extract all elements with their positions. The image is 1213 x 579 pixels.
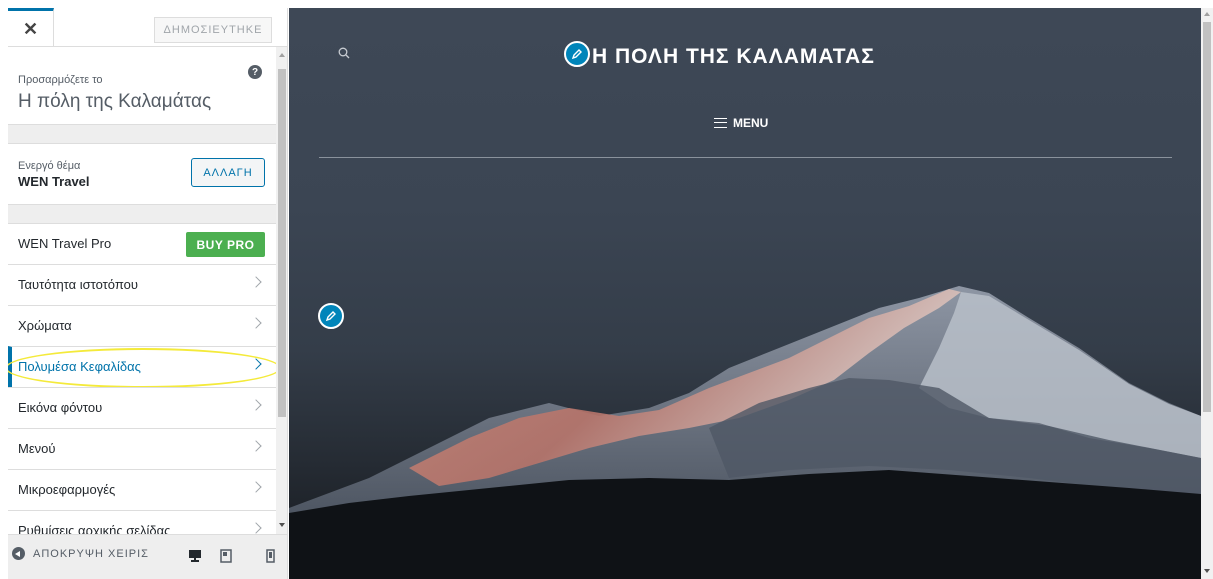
scroll-down-arrow-icon[interactable] <box>279 523 285 527</box>
section-colors[interactable]: Χρώματα <box>8 305 276 346</box>
collapse-sidebar-button[interactable]: ΑΠΟΚΡΥΨΗ ΧΕΙΡΙΣ <box>12 547 149 560</box>
edit-header-media-button[interactable] <box>318 303 344 329</box>
section-background-image[interactable]: Εικόνα φόντου <box>8 387 276 428</box>
menu-toggle-button[interactable]: MENU <box>714 116 768 130</box>
chevron-right-icon <box>250 440 262 452</box>
customizer-sections: WEN Travel Pro BUY PRO Ταυτότητα ιστοτόπ… <box>8 223 281 534</box>
buy-pro-button[interactable]: BUY PRO <box>186 232 265 257</box>
scroll-up-arrow-icon[interactable] <box>279 53 285 57</box>
preview-desktop-button[interactable] <box>184 545 206 567</box>
section-menus[interactable]: Μενού <box>8 428 276 469</box>
close-icon: ✕ <box>22 18 39 39</box>
preview-mobile-button[interactable] <box>259 545 281 567</box>
sidebar-scrollbar[interactable] <box>276 47 287 534</box>
active-theme-name: WEN Travel <box>18 174 90 189</box>
scroll-up-arrow-icon[interactable] <box>1204 12 1210 16</box>
section-label: Ταυτότητα ιστοτόπου <box>18 277 138 292</box>
sidebar-header: ✕ ΔΗΜΟΣΙΕΥΤΗΚΕ <box>8 8 287 47</box>
site-name-title: Η πόλη της Καλαμάτας <box>18 91 212 112</box>
desktop-icon <box>189 550 201 562</box>
close-button[interactable]: ✕ <box>8 8 54 47</box>
sidebar-footer: ΑΠΟΚΡΥΨΗ ΧΕΙΡΙΣ <box>8 534 287 579</box>
sidebar-scroll-area[interactable]: Προσαρμόζετε το Η πόλη της Καλαμάτας ? Ε… <box>8 47 287 534</box>
hamburger-icon <box>714 118 727 128</box>
chevron-right-icon <box>250 481 262 493</box>
scrollbar-thumb[interactable] <box>278 69 286 417</box>
section-label: Μενού <box>18 441 56 456</box>
section-header-media[interactable]: Πολυμέσα Κεφαλίδας <box>8 346 281 388</box>
site-title[interactable]: Η ΠΟΛΗ ΤΗΣ ΚΑΛΑΜΑΤΑΣ <box>592 45 875 69</box>
publish-button[interactable]: ΔΗΜΟΣΙΕΥΤΗΚΕ <box>154 17 272 43</box>
pencil-icon <box>571 49 582 60</box>
chevron-right-icon <box>250 317 262 329</box>
tablet-icon <box>220 549 232 563</box>
mobile-icon <box>265 549 275 563</box>
section-label: Εικόνα φόντου <box>18 400 103 415</box>
active-theme-panel: Ενεργό θέμα WEN Travel ΑΛΛΑΓΗ <box>8 143 276 205</box>
section-homepage-settings[interactable]: Ρυθμίσεις αρχικής σελίδας <box>8 510 276 534</box>
pencil-icon <box>325 311 336 322</box>
section-wen-travel-pro: WEN Travel Pro BUY PRO <box>8 223 276 264</box>
section-label: Μικροεφαρμογές <box>18 482 116 497</box>
section-label: WEN Travel Pro <box>18 236 112 251</box>
preview-scrollbar[interactable] <box>1201 8 1213 579</box>
section-label: Χρώματα <box>18 318 72 333</box>
help-icon[interactable]: ? <box>248 65 262 79</box>
customize-info-panel: Προσαρμόζετε το Η πόλη της Καλαμάτας ? <box>8 47 276 125</box>
collapse-arrow-icon <box>12 547 25 560</box>
active-theme-pre-title: Ενεργό θέμα <box>18 160 81 172</box>
site-preview[interactable]: Η ΠΟΛΗ ΤΗΣ ΚΑΛΑΜΑΤΑΣ MENU <box>289 8 1201 579</box>
header-image <box>289 286 1201 579</box>
section-widgets[interactable]: Μικροεφαρμογές <box>8 469 276 510</box>
info-pre-title: Προσαρμόζετε το <box>18 74 103 86</box>
menu-label: MENU <box>733 116 769 130</box>
search-icon[interactable] <box>338 46 350 64</box>
chevron-right-icon <box>250 522 262 534</box>
customizer-sidebar: ✕ ΔΗΜΟΣΙΕΥΤΗΚΕ Προσαρμόζετε το Η πόλη τη… <box>8 8 288 579</box>
section-label: Ρυθμίσεις αρχικής σελίδας <box>18 523 171 534</box>
section-site-identity[interactable]: Ταυτότητα ιστοτόπου <box>8 264 276 305</box>
customizer-window: ✕ ΔΗΜΟΣΙΕΥΤΗΚΕ Προσαρμόζετε το Η πόλη τη… <box>0 0 1213 579</box>
chevron-right-icon <box>250 399 262 411</box>
edit-site-title-button[interactable] <box>564 41 590 67</box>
section-label: Πολυμέσα Κεφαλίδας <box>18 359 141 374</box>
collapse-label: ΑΠΟΚΡΥΨΗ ΧΕΙΡΙΣ <box>33 547 149 560</box>
header-divider <box>319 157 1172 158</box>
scroll-down-arrow-icon[interactable] <box>1204 569 1210 573</box>
chevron-right-icon <box>250 358 262 370</box>
change-theme-button[interactable]: ΑΛΛΑΓΗ <box>191 158 265 187</box>
scrollbar-thumb[interactable] <box>1203 22 1211 412</box>
preview-tablet-button[interactable] <box>215 545 237 567</box>
chevron-right-icon <box>250 276 262 288</box>
